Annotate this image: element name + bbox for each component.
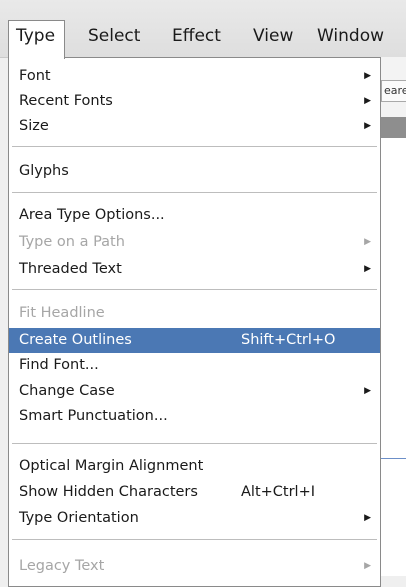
menu-item-shortcut: Shift+Ctrl+O: [241, 332, 336, 348]
submenu-arrow-icon: ▶: [364, 513, 371, 523]
menu-item-label: Type on a Path: [19, 234, 125, 250]
submenu-arrow-icon: ▶: [364, 264, 371, 274]
menu-item-threaded-text[interactable]: Threaded Text ▶: [9, 257, 380, 282]
menu-item-type-orientation[interactable]: Type Orientation ▶: [9, 506, 380, 531]
menu-item-label: Recent Fonts: [19, 93, 113, 109]
submenu-arrow-icon: ▶: [364, 561, 371, 571]
menu-item-smart-punctuation[interactable]: Smart Punctuation...: [9, 404, 380, 429]
menu-item-label: Optical Margin Alignment: [19, 458, 204, 474]
menu-item-label: Font: [19, 68, 51, 84]
menu-item-glyphs[interactable]: Glyphs: [9, 159, 380, 184]
menu-item-recent-fonts[interactable]: Recent Fonts ▶: [9, 89, 380, 114]
background-guide-line: [381, 458, 406, 459]
menu-separator: [12, 289, 377, 290]
menu-item-type-on-a-path: Type on a Path ▶: [9, 230, 380, 255]
menu-item-optical-margin-alignment[interactable]: Optical Margin Alignment: [9, 454, 380, 479]
menu-bar: Type Select Effect View Window: [0, 0, 406, 59]
menu-item-size[interactable]: Size ▶: [9, 114, 380, 139]
menu-item-label: Show Hidden Characters: [19, 484, 198, 500]
menu-item-label: Glyphs: [19, 163, 69, 179]
menu-type[interactable]: Type: [8, 20, 66, 59]
menu-window[interactable]: Window: [317, 21, 384, 51]
submenu-arrow-icon: ▶: [364, 237, 371, 247]
submenu-arrow-icon: ▶: [364, 71, 371, 81]
menu-item-label: Find Font...: [19, 357, 99, 373]
menu-effect[interactable]: Effect: [172, 21, 221, 51]
menu-item-font[interactable]: Font ▶: [9, 64, 380, 89]
submenu-arrow-icon: ▶: [364, 121, 371, 131]
menu-item-show-hidden-characters[interactable]: Show Hidden Characters Alt+Ctrl+I: [9, 480, 380, 505]
menu-item-legacy-text: Legacy Text ▶: [9, 554, 380, 579]
menu-item-change-case[interactable]: Change Case ▶: [9, 379, 380, 404]
menu-item-label: Change Case: [19, 383, 115, 399]
menu-item-label: Smart Punctuation...: [19, 408, 168, 424]
menu-item-area-type-options[interactable]: Area Type Options...: [9, 203, 380, 228]
background-document-tab[interactable]: [381, 117, 406, 138]
menu-item-shortcut: Alt+Ctrl+I: [241, 484, 316, 500]
menu-item-label: Threaded Text: [19, 261, 122, 277]
menu-item-label: Fit Headline: [19, 305, 105, 321]
menu-separator: [12, 192, 377, 193]
menu-separator: [12, 146, 377, 147]
menu-separator: [12, 539, 377, 540]
submenu-arrow-icon: ▶: [364, 386, 371, 396]
menu-item-fit-headline: Fit Headline: [9, 301, 380, 326]
menu-item-label: Type Orientation: [19, 510, 139, 526]
menu-item-label: Create Outlines: [19, 332, 132, 348]
menu-view[interactable]: View: [253, 21, 293, 51]
submenu-arrow-icon: ▶: [364, 96, 371, 106]
menu-item-find-font[interactable]: Find Font...: [9, 353, 380, 378]
menu-item-label: Legacy Text: [19, 558, 105, 574]
menu-item-label: Area Type Options...: [19, 207, 165, 223]
menu-separator: [12, 443, 377, 444]
menu-select[interactable]: Select: [88, 21, 140, 51]
background-search-field[interactable]: eare: [381, 80, 406, 102]
menu-item-label: Size: [19, 118, 49, 134]
type-menu-dropdown: Font ▶ Recent Fonts ▶ Size ▶ Glyphs Area…: [8, 57, 381, 587]
background-artboard[interactable]: [381, 138, 406, 576]
menu-item-create-outlines[interactable]: Create Outlines Shift+Ctrl+O: [9, 328, 380, 353]
